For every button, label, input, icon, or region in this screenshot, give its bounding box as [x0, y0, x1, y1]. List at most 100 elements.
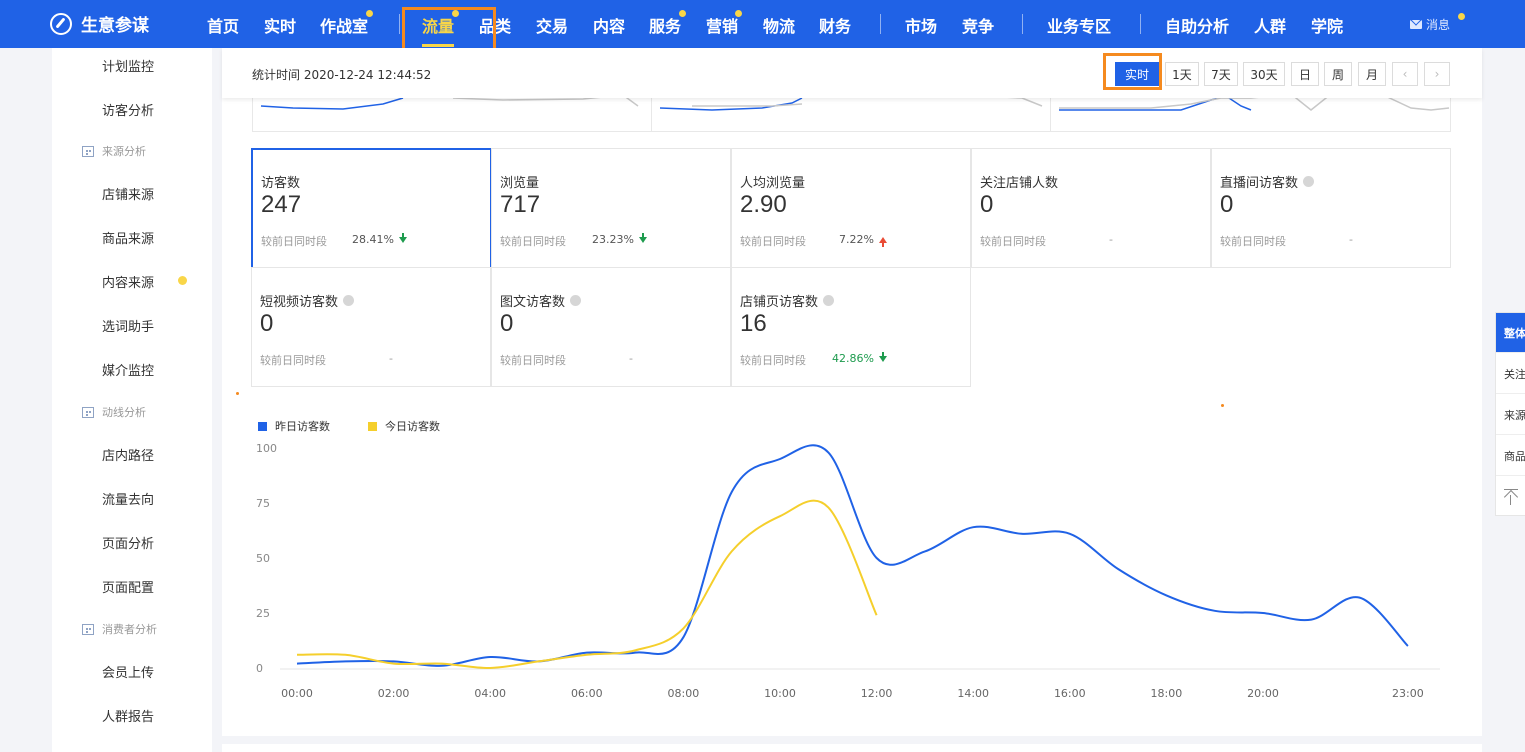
x-tick-label: 04:00 — [474, 687, 506, 700]
building-icon — [82, 623, 94, 635]
y-tick-label: 25 — [256, 607, 270, 620]
nav-item-competition[interactable]: 竞争 — [962, 13, 994, 37]
sidebar-item-content-source[interactable]: 内容来源 — [102, 272, 154, 291]
sidebar-item-visitor-analysis[interactable]: 访客分析 — [102, 100, 154, 119]
metric-compare-label: 较前日同时段 — [500, 354, 566, 367]
float-item-follow[interactable]: 关注 — [1496, 354, 1525, 394]
sidebar-item-goods-source[interactable]: 商品来源 — [102, 228, 154, 247]
metric-label: 访客数 — [261, 176, 301, 191]
back-to-top-icon[interactable] — [1504, 489, 1518, 505]
metric-label-text: 店铺页访客数 — [740, 295, 819, 310]
info-icon[interactable] — [570, 295, 582, 306]
metric-label: 店铺页访客数 — [740, 291, 835, 310]
legend-item-today[interactable]: 今日访客数 — [368, 418, 440, 434]
sidebar-group-consumer: 消费者分析 — [82, 621, 157, 637]
time-range-1day-button[interactable]: 1天 — [1165, 62, 1199, 86]
nav-item-finance[interactable]: 财务 — [819, 13, 851, 37]
highlight-box-realtime — [1103, 53, 1162, 90]
nav-item-market[interactable]: 市场 — [905, 13, 937, 37]
metric-card-short-video-visitors[interactable]: 短视频访客数 0 较前日同时段 - — [251, 267, 491, 387]
float-item-goods[interactable]: 商品 — [1496, 436, 1525, 476]
time-range-month-button[interactable]: 月 — [1358, 62, 1386, 86]
nav-item-business-zone[interactable]: 业务专区 — [1047, 13, 1111, 37]
metric-label: 浏览量 — [500, 176, 540, 191]
nav-item-self-analysis[interactable]: 自助分析 — [1165, 13, 1229, 37]
y-tick-label: 0 — [256, 662, 263, 675]
nav-item-marketing[interactable]: 营销 — [706, 13, 738, 37]
time-range-7day-button[interactable]: 7天 — [1204, 62, 1238, 86]
sidebar-item-media-monitor[interactable]: 媒介监控 — [102, 360, 154, 379]
arrow-up-icon — [878, 236, 887, 247]
x-tick-label: 14:00 — [957, 687, 989, 700]
metric-card-shop-followers[interactable]: 关注店铺人数 0 较前日同时段 - — [971, 148, 1211, 268]
time-range-week-button[interactable]: 周 — [1324, 62, 1352, 86]
arrow-down-icon — [878, 351, 887, 362]
metric-change-value: - — [629, 352, 633, 365]
sidebar-item-keyword-helper[interactable]: 选词助手 — [102, 316, 154, 335]
nav-item-war-room[interactable]: 作战室 — [320, 13, 368, 37]
nav-item-transaction[interactable]: 交易 — [536, 13, 568, 37]
metric-label-text: 图文访客数 — [500, 295, 566, 310]
arrow-down-icon — [398, 232, 407, 243]
sidebar-group-label: 消费者分析 — [102, 623, 157, 636]
metric-value: 0 — [500, 310, 514, 337]
sidebar-item-traffic-destination[interactable]: 流量去向 — [102, 489, 154, 508]
nav-item-realtime[interactable]: 实时 — [264, 13, 296, 37]
visitor-trend-chart[interactable]: 100 75 50 25 0 00:00 02:00 04:00 06:00 08:00 10:00… — [240, 440, 1480, 730]
info-icon[interactable] — [823, 295, 835, 306]
nav-item-academy[interactable]: 学院 — [1311, 13, 1343, 37]
marker-dot — [1221, 404, 1224, 407]
info-icon[interactable] — [343, 295, 355, 306]
metric-card-pageviews[interactable]: 浏览量 717 较前日同时段 23.23% — [491, 148, 731, 268]
nav-item-crowd[interactable]: 人群 — [1254, 13, 1286, 37]
nav-item-logistics[interactable]: 物流 — [763, 13, 795, 37]
next-period-button[interactable]: › — [1424, 62, 1450, 86]
metric-label: 人均浏览量 — [740, 176, 806, 191]
float-item-overall[interactable]: 整体 — [1496, 313, 1525, 353]
sidebar-group-label: 动线分析 — [102, 406, 146, 419]
metric-change-value: 28.41% — [352, 233, 394, 246]
legend-item-yesterday[interactable]: 昨日访客数 — [258, 418, 330, 434]
messages-link[interactable]: 消息 — [1410, 16, 1450, 33]
nav-item-service[interactable]: 服务 — [649, 13, 681, 37]
nav-item-content[interactable]: 内容 — [593, 13, 625, 37]
sidebar: 计划监控 访客分析 来源分析 店铺来源 商品来源 内容来源 选词助手 媒介监控 … — [52, 48, 212, 752]
metric-card-live-visitors[interactable]: 直播间访客数 0 较前日同时段 - — [1211, 148, 1451, 268]
metric-card-graphic-visitors[interactable]: 图文访客数 0 较前日同时段 - — [491, 267, 731, 387]
arrow-down-icon — [638, 232, 647, 243]
brand-logo[interactable]: 生意参谋 — [50, 11, 149, 36]
nav-item-home[interactable]: 首页 — [207, 13, 239, 37]
sidebar-item-member-upload[interactable]: 会员上传 — [102, 662, 154, 681]
sidebar-item-crowd-report[interactable]: 人群报告 — [102, 706, 154, 725]
right-float-nav: 整体 关注 来源 商品 — [1495, 312, 1525, 516]
x-tick-label: 16:00 — [1054, 687, 1086, 700]
metric-change-value: - — [1109, 233, 1113, 246]
notification-dot — [735, 10, 742, 17]
metric-card-visitors[interactable]: 访客数 247 较前日同时段 28.41% — [251, 148, 492, 269]
x-tick-label: 12:00 — [861, 687, 893, 700]
metric-card-avg-pageviews[interactable]: 人均浏览量 2.90 较前日同时段 7.22% — [731, 148, 971, 268]
metric-card-shop-page-visitors[interactable]: 店铺页访客数 16 较前日同时段 42.86% — [731, 267, 971, 387]
time-range-30day-button[interactable]: 30天 — [1243, 62, 1285, 86]
series-line-today[interactable] — [296, 499, 878, 670]
metric-value: 0 — [260, 310, 274, 337]
float-item-source[interactable]: 来源 — [1496, 395, 1525, 435]
previous-period-button[interactable]: ‹ — [1392, 62, 1418, 86]
info-icon[interactable] — [1303, 176, 1315, 187]
notification-dot — [366, 10, 373, 17]
stat-time-text: 统计时间 2020-12-24 12:44:52 — [252, 68, 432, 82]
sidebar-item-store-path[interactable]: 店内路径 — [102, 445, 154, 464]
notification-dot — [679, 10, 686, 17]
x-tick-label: 08:00 — [668, 687, 700, 700]
metric-change-value: - — [389, 352, 393, 365]
x-tick-label: 18:00 — [1151, 687, 1183, 700]
metric-value: 717 — [500, 191, 541, 218]
sidebar-item-page-config[interactable]: 页面配置 — [102, 577, 154, 596]
sidebar-item-page-analysis[interactable]: 页面分析 — [102, 533, 154, 552]
sidebar-item-shop-source[interactable]: 店铺来源 — [102, 184, 154, 203]
time-range-day-button[interactable]: 日 — [1291, 62, 1319, 86]
sidebar-item-plan-monitor[interactable]: 计划监控 — [102, 56, 154, 75]
building-icon — [82, 406, 94, 418]
metric-change-value: 23.23% — [592, 233, 634, 246]
metric-change: 28.41% — [352, 232, 407, 246]
